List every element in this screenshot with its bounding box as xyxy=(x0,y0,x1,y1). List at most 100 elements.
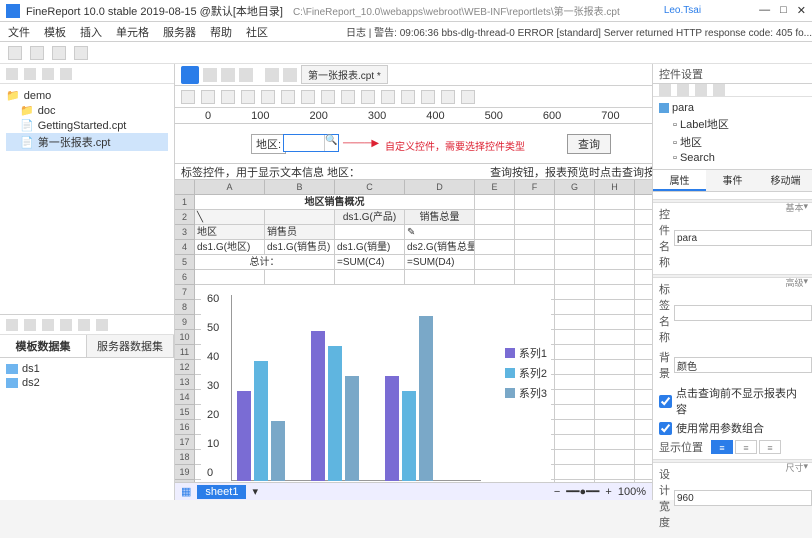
tool-icon[interactable] xyxy=(421,90,435,104)
param-label: 地区: xyxy=(251,134,286,154)
label-input[interactable] xyxy=(674,305,812,321)
preview-icon[interactable] xyxy=(78,319,90,331)
tool-icon[interactable] xyxy=(321,90,335,104)
cb-hide-before-query[interactable] xyxy=(659,395,672,408)
annotation-label-widget: 标签控件，用于显示文本信息 地区： xyxy=(181,164,360,180)
file-tab[interactable]: 第一张报表.cpt * xyxy=(301,65,388,84)
preview-icon[interactable] xyxy=(265,68,279,82)
window-buttons: — □ ✕ xyxy=(759,4,806,17)
menu-community[interactable]: 社区 xyxy=(246,24,268,40)
cb-common-params[interactable] xyxy=(659,422,672,435)
tool-icon[interactable] xyxy=(361,90,375,104)
add-icon[interactable] xyxy=(6,319,18,331)
tool-icon[interactable] xyxy=(401,90,415,104)
zoom-in-icon[interactable]: + xyxy=(605,486,611,498)
refresh-icon[interactable] xyxy=(42,68,54,80)
app-logo xyxy=(6,4,20,18)
home-icon[interactable] xyxy=(181,66,199,84)
editor-tabbar: 第一张报表.cpt * xyxy=(175,64,652,86)
sheet-tab[interactable]: sheet1 xyxy=(197,485,246,499)
menu-file[interactable]: 文件 xyxy=(8,24,30,40)
tree-item[interactable]: ▫ Search xyxy=(659,151,806,165)
add-sheet-icon[interactable]: ▦ xyxy=(181,485,191,498)
undo-icon[interactable] xyxy=(239,68,253,82)
design-width-input[interactable] xyxy=(674,490,812,506)
titlebar: FineReport 10.0 stable 2019-08-15 @默认[本地… xyxy=(0,0,812,22)
left-panel: 📁demo 📁doc 📄GettingStarted.cpt 📄第一张报表.cp… xyxy=(0,64,175,500)
zoom-slider[interactable]: ━━●━━ xyxy=(566,485,599,498)
tree-item[interactable]: 📁doc xyxy=(6,103,168,118)
tab-template-ds[interactable]: 模板数据集 xyxy=(0,335,87,357)
tool-icon[interactable] xyxy=(261,90,275,104)
tab-mobile[interactable]: 移动端 xyxy=(759,170,812,191)
delete-icon[interactable] xyxy=(713,84,725,96)
tool-icon[interactable] xyxy=(281,90,295,104)
refresh-icon[interactable] xyxy=(96,319,108,331)
widget-name-input[interactable] xyxy=(674,230,812,246)
sheet-menu-icon[interactable]: ▾ xyxy=(252,485,258,498)
tool-icon[interactable] xyxy=(441,90,455,104)
delete-icon[interactable] xyxy=(42,319,54,331)
menu-insert[interactable]: 插入 xyxy=(80,24,102,40)
minimize-icon[interactable]: — xyxy=(759,4,770,17)
section-size[interactable]: ▾尺寸 xyxy=(653,459,812,463)
tool-icon[interactable] xyxy=(74,46,88,60)
tab-server-ds[interactable]: 服务器数据集 xyxy=(87,335,174,357)
edit-icon[interactable] xyxy=(24,319,36,331)
tool-icon[interactable] xyxy=(181,90,195,104)
query-button[interactable]: 查询 xyxy=(567,134,611,154)
menu-template[interactable]: 模板 xyxy=(44,24,66,40)
align-left[interactable]: ≡ xyxy=(711,440,733,454)
new-icon[interactable] xyxy=(24,68,36,80)
save-icon[interactable] xyxy=(203,68,217,82)
tree-item[interactable]: ▫ 地区 xyxy=(659,133,806,151)
tool-icon[interactable] xyxy=(52,46,66,60)
filter-icon[interactable] xyxy=(60,68,72,80)
tool-icon[interactable] xyxy=(301,90,315,104)
align-right[interactable]: ≡ xyxy=(759,440,781,454)
tree-root[interactable]: 📁demo xyxy=(6,88,168,103)
db-icon xyxy=(6,378,18,388)
ds-list: ds1 ds2 xyxy=(0,358,174,394)
tool-icon[interactable] xyxy=(8,46,22,60)
param-panel: 地区: 🔍 ────▶ 自定义控件，需要选择控件类型 查询 xyxy=(175,124,652,164)
saveall-icon[interactable] xyxy=(221,68,235,82)
cut-icon[interactable] xyxy=(659,84,671,96)
menu-cell[interactable]: 单元格 xyxy=(116,24,149,40)
form-icon[interactable] xyxy=(283,68,297,82)
tool-icon[interactable] xyxy=(201,90,215,104)
copy-icon[interactable] xyxy=(677,84,689,96)
tool-icon[interactable] xyxy=(241,90,255,104)
chart[interactable]: 6050403020100 分类名1分类名2分类名3 系列1系列2系列3 xyxy=(201,285,551,482)
tree-item-selected[interactable]: 📄第一张报表.cpt xyxy=(6,133,168,151)
align-center[interactable]: ≡ xyxy=(735,440,757,454)
section-basic[interactable]: ▾基本 xyxy=(653,199,812,203)
tool-icon[interactable] xyxy=(461,90,475,104)
close-icon[interactable]: ✕ xyxy=(797,4,806,17)
tool-icon[interactable] xyxy=(30,46,44,60)
tree-item[interactable]: ▫ Label地区 xyxy=(659,115,806,133)
log-line: 日志 | 警告: 09:06:36 bbs-dlg-thread-0 ERROR… xyxy=(346,24,812,39)
section-adv[interactable]: ▾高级 xyxy=(653,274,812,278)
menu-help[interactable]: 帮助 xyxy=(210,24,232,40)
ds-item[interactable]: ds2 xyxy=(6,376,168,390)
tool-icon[interactable] xyxy=(221,90,235,104)
maximize-icon[interactable]: □ xyxy=(780,4,787,17)
grid-body[interactable]: 地区销售概况 ╲ds1.G(产品)销售总量 地区销售员✎ ds1.G(地区)ds… xyxy=(195,195,652,482)
tool-icon[interactable] xyxy=(381,90,395,104)
tab-props[interactable]: 属性 xyxy=(653,170,706,191)
ds-item[interactable]: ds1 xyxy=(6,362,168,376)
param-input[interactable]: 🔍 xyxy=(283,134,339,152)
bg-input[interactable] xyxy=(674,357,812,373)
tree-item[interactable]: 📄GettingStarted.cpt xyxy=(6,118,168,133)
paste-icon[interactable] xyxy=(695,84,707,96)
back-icon[interactable] xyxy=(6,68,18,80)
tree-root-para[interactable]: para xyxy=(659,101,806,115)
tool-icon[interactable] xyxy=(341,90,355,104)
menu-server[interactable]: 服务器 xyxy=(163,24,196,40)
copy-icon[interactable] xyxy=(60,319,72,331)
search-icon[interactable]: 🔍 xyxy=(324,135,338,151)
zoom-value: 100% xyxy=(618,486,646,498)
tab-events[interactable]: 事件 xyxy=(706,170,759,191)
zoom-out-icon[interactable]: − xyxy=(554,486,560,498)
